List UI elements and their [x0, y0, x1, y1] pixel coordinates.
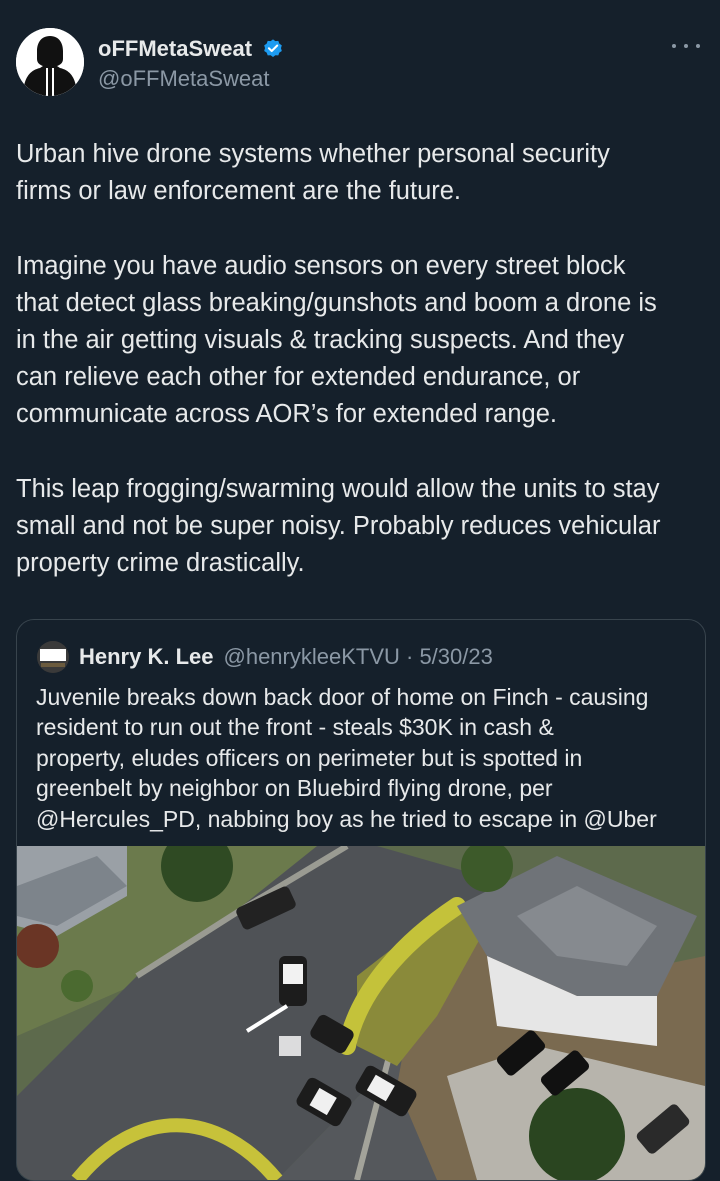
- tweet-paragraph: Urban hive drone systems whether persona…: [16, 136, 712, 210]
- quoted-author-name[interactable]: Henry K. Lee: [79, 644, 214, 670]
- tweet-paragraph: Imagine you have audio sensors on every …: [16, 248, 712, 434]
- quoted-line: @Hercules_PD, nabbing boy as he tried to…: [36, 805, 657, 832]
- tweet-line: This leap frogging/swarming would allow …: [16, 474, 660, 503]
- author-avatar[interactable]: [16, 28, 84, 96]
- aerial-drone-photo: [17, 846, 705, 1180]
- tweet-line: firms or law enforcement are the future.: [16, 177, 462, 206]
- verified-badge-icon: [264, 39, 283, 57]
- tweet-line: small and not be super noisy. Probably r…: [16, 512, 661, 540]
- quoted-tweet-card[interactable]: Henry K. Lee @henrykleeKTVU · 5/30/23 Ju…: [16, 619, 706, 1181]
- tweet-line: Urban hive drone systems whether persona…: [16, 140, 610, 168]
- tweet-line: communicate across AOR’s for extended ra…: [16, 400, 557, 429]
- tweet-header: oFFMetaSweat @oFFMetaSweat: [16, 28, 704, 100]
- tweet-paragraph: This leap frogging/swarming would allow …: [16, 471, 712, 583]
- quoted-author-avatar[interactable]: [37, 641, 69, 673]
- tweet-body: Urban hive drone systems whether persona…: [16, 136, 712, 620]
- author-display-name[interactable]: oFFMetaSweat: [98, 36, 252, 62]
- quoted-media-photo[interactable]: [17, 846, 705, 1180]
- quoted-line: resident to run out the front - steals $…: [36, 714, 554, 741]
- quoted-avatar-icon: [37, 641, 69, 673]
- quoted-tweet-header: Henry K. Lee @henrykleeKTVU · 5/30/23: [37, 640, 493, 674]
- hooded-figure-icon: [16, 28, 84, 96]
- tweet-line: can relieve each other for extended endu…: [16, 363, 581, 392]
- tweet-line: in the air getting visuals & tracking su…: [16, 326, 625, 354]
- quoted-line: Juvenile breaks down back door of home o…: [36, 684, 649, 710]
- quoted-author-handle-date[interactable]: @henrykleeKTVU · 5/30/23: [224, 644, 493, 670]
- author-handle[interactable]: @oFFMetaSweat: [98, 66, 284, 92]
- tweet-line: Imagine you have audio sensors on every …: [16, 251, 626, 280]
- quoted-tweet-text: Juvenile breaks down back door of home o…: [36, 682, 700, 834]
- quoted-line: property, eludes officers on perimeter b…: [36, 744, 583, 771]
- more-options-icon[interactable]: [672, 36, 700, 56]
- quoted-line: greenbelt by neighbor on Bluebird flying…: [36, 775, 553, 802]
- tweet-line: property crime drastically.: [16, 549, 305, 578]
- tweet-line: that detect glass breaking/gunshots and …: [16, 288, 657, 317]
